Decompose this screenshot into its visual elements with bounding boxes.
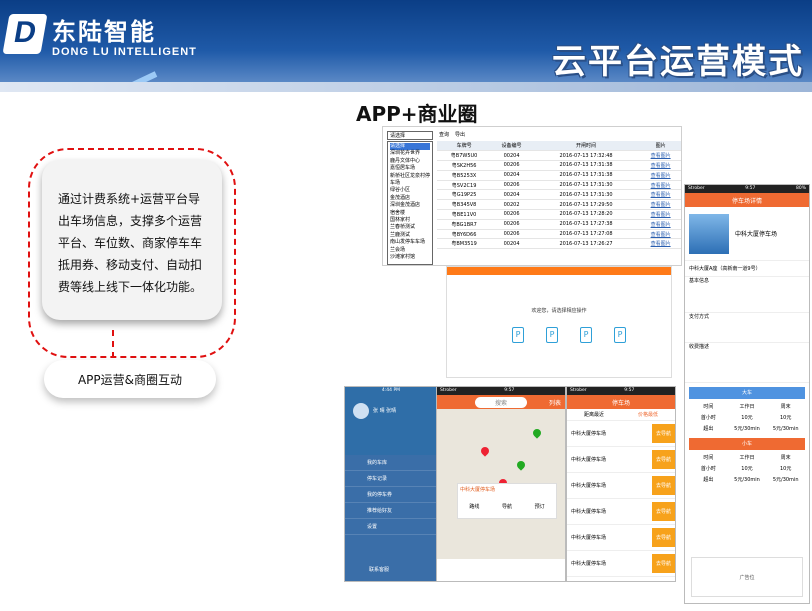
fee-table-small: 时间 工作日 周末 首小时 10元 10元 超出 5元/30min 5元/30min (700, 455, 799, 483)
basic-info-heading: 基本信息 (685, 277, 809, 313)
panel-topbar (447, 267, 671, 275)
contact-service-link[interactable]: 联系客服 (369, 566, 389, 573)
table-row: 粤BE11V0 00206 2016-07-13 17:28:20 查看图片 (437, 209, 681, 220)
fee-table-big: 时间 工作日 周末 首小时 10元 10元 超出 5元/30min 5元/30min (700, 404, 799, 432)
phone-user-menu: 4:44 PM 张 晴 张晴 我的车库 停车记录 我的停车券 推荐给好友 设置 … (344, 386, 438, 582)
phone-lot-detail: Strober 9:57 80% 停车场详情 中科大厦停车场 中科大厦A座（高新南一… (684, 184, 810, 604)
callout-text: 通过计费系统+运营平台导 出车场信息，支撑多个运营 平台、车位数、商家停车车 抵用券、… (58, 192, 203, 294)
header-band (0, 82, 812, 92)
list-title: 停车场 (567, 395, 675, 409)
tab-nearest[interactable]: 距离最近 (584, 411, 604, 418)
map-canvas[interactable]: 中科大厦停车场 路线 导航 预订 (437, 409, 565, 559)
parking-icon[interactable]: P (512, 327, 524, 343)
list-item[interactable]: 中科大厦停车场 去导航 (567, 473, 675, 499)
menu-item-settings[interactable]: 设置 (345, 519, 437, 535)
callout-tail (112, 330, 114, 358)
lot-select[interactable]: 请选择 (387, 131, 433, 140)
export-button[interactable]: 导出 (455, 131, 465, 141)
list-button[interactable]: 列表 (549, 398, 561, 407)
lot-name: 中科大厦停车场 (735, 231, 778, 238)
section-title: APP+商业圈 (356, 102, 478, 126)
table-row: 粤SV2C19 00206 2016-07-13 17:31:30 查看图片 (437, 180, 681, 191)
list-item[interactable]: 中科大厦停车场 去导航 (567, 551, 675, 577)
lot-address: 中科大厦A座（高新南一道9号） (685, 261, 809, 277)
query-button[interactable]: 查询 (439, 131, 449, 141)
tab-cheapest[interactable]: 价格最低 (638, 411, 658, 418)
reserve-button[interactable]: 预订 (535, 503, 545, 510)
list-item[interactable]: 中科大厦停车场 去导航 (567, 421, 675, 447)
table-row: 粤BY6D66 00206 2016-07-13 17:27:08 查看图片 (437, 229, 681, 240)
pay-method-heading: 支付方式 (685, 313, 809, 343)
small-car-tab[interactable]: 小车 (689, 438, 805, 450)
brand-name-cn: 东陆智能 (52, 18, 156, 46)
search-input[interactable]: 搜索 (474, 396, 527, 408)
app-interaction-label: APP运营&商圈互动 (44, 360, 216, 398)
lot-info-card[interactable]: 中科大厦停车场 路线 导航 预订 (457, 483, 557, 519)
list-item[interactable]: 中科大厦停车场 去导航 (567, 499, 675, 525)
big-car-tab[interactable]: 大车 (689, 387, 805, 399)
detail-title: 停车场详情 (685, 193, 809, 207)
menu-item-records[interactable]: 停车记录 (345, 471, 437, 487)
operation-select-panel: 欢迎您，请选择相应操作 P P P P (446, 266, 672, 378)
menu-item-coupons[interactable]: 我的停车券 (345, 487, 437, 503)
profile-header: 张 晴 张晴 (345, 395, 437, 455)
menu-item-garage[interactable]: 我的车库 (345, 455, 437, 471)
table-row: 粤B5253X 00204 2016-07-13 17:31:38 查看图片 (437, 170, 681, 181)
list-item[interactable]: 中科大厦停车场 去导航 (567, 525, 675, 551)
ad-slot[interactable]: 广告位 (691, 557, 803, 597)
record-table: 车牌号 设备编号 开闸时间 图片 粤B7W5U0 00204 2016-07-13 17:… (437, 141, 681, 250)
table-row: 粤SK2H56 00206 2016-07-13 17:31:38 查看图片 (437, 160, 681, 171)
company-logo: D (2, 14, 48, 54)
table-row: 粤BM3519 00204 2016-07-13 17:26:27 查看图片 (437, 238, 681, 250)
parking-icon[interactable]: P (580, 327, 592, 343)
parking-icon[interactable]: P (614, 327, 626, 343)
avatar (353, 403, 369, 419)
menu-item-share[interactable]: 推荐给好友 (345, 503, 437, 519)
table-row: 粤G19P25 00204 2016-07-13 17:31:30 查看图片 (437, 189, 681, 201)
lot-photo (689, 213, 729, 254)
welcome-prompt: 欢迎您，请选择相应操作 (531, 308, 587, 314)
phone-lot-list: Strober 9:57 停车场 距离最近 价格最低 中科大厦停车场 去导航 中科大… (566, 386, 676, 582)
access-record-panel: 请选择 查询 导出 请选择 深圳花卉世界 鹿丹文体中心 嘉恒居车场 新桥社区龙泉村停车场… (382, 126, 682, 266)
list-item[interactable]: 中科大厦停车场 去导航 (567, 447, 675, 473)
parking-icon[interactable]: P (546, 327, 558, 343)
lot-dropdown-menu[interactable]: 请选择 深圳花卉世界 鹿丹文体中心 嘉恒居车场 新桥社区龙泉村停车场 绿谷小区 金茂酒店 深圳… (387, 141, 433, 265)
user-name: 张 晴 张晴 (373, 408, 397, 414)
table-row: 粤B345V8 00202 2016-07-13 17:29:50 查看图片 (437, 199, 681, 211)
table-row: 粤BG1BR7 00206 2016-07-13 17:27:38 查看图片 (437, 219, 681, 230)
header-banner: D 东陆智能 DONG LU INTELLIGENT 云平台运营模式 (0, 0, 812, 92)
brand-name-en: DONG LU INTELLIGENT (52, 46, 197, 58)
table-row: 粤B7W5U0 00204 2016-07-13 17:32:48 查看图片 (437, 150, 681, 162)
phone-map-view: Strober 9:57 搜索 列表 中科大厦停车场 路线 导航 预订 (436, 386, 566, 582)
fee-heading: 收费描述 (685, 343, 809, 383)
slogan-title: 云平台运营模式 (552, 42, 804, 82)
navigate-button[interactable]: 导航 (502, 503, 512, 510)
route-button[interactable]: 路线 (469, 503, 479, 510)
